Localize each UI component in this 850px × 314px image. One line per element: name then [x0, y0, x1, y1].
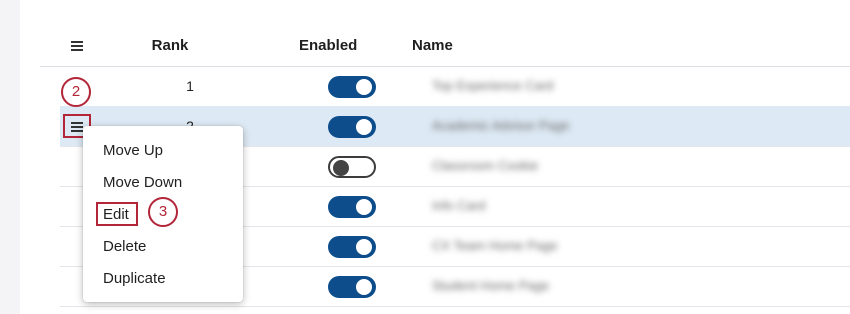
- enabled-toggle[interactable]: [328, 276, 376, 298]
- name-column-header[interactable]: Name: [412, 37, 453, 54]
- enabled-column-header[interactable]: Enabled: [299, 37, 357, 54]
- table-row[interactable]: 1 Top Experience Card: [60, 66, 850, 107]
- menu-item-move-down[interactable]: Move Down: [103, 174, 182, 191]
- enabled-toggle[interactable]: [328, 196, 376, 218]
- name-cell-blurred: Academic Advisor Page: [432, 118, 570, 133]
- menu-item-delete[interactable]: Delete: [103, 238, 146, 255]
- callout-step-2: 2: [61, 77, 91, 107]
- toggle-knob: [356, 239, 372, 255]
- toggle-knob: [356, 279, 372, 295]
- callout-step-3: 3: [148, 197, 178, 227]
- name-cell-blurred: Student Home Page: [432, 278, 550, 293]
- enabled-toggle[interactable]: [328, 156, 376, 178]
- toggle-knob: [356, 199, 372, 215]
- toggle-knob: [356, 119, 372, 135]
- name-cell-blurred: CX Team Home Page: [432, 238, 558, 253]
- rank-cell: 1: [186, 78, 194, 94]
- toggle-knob: [333, 160, 349, 176]
- enabled-toggle[interactable]: [328, 116, 376, 138]
- enabled-toggle[interactable]: [328, 76, 376, 98]
- name-cell-blurred: Info Card: [432, 198, 486, 213]
- name-cell-blurred: Top Experience Card: [432, 78, 554, 93]
- enabled-toggle[interactable]: [328, 236, 376, 258]
- column-menu-icon[interactable]: [71, 41, 85, 51]
- toggle-knob: [356, 79, 372, 95]
- menu-item-move-up[interactable]: Move Up: [103, 142, 163, 159]
- table-header: Rank Enabled Name: [40, 28, 850, 67]
- rank-column-header[interactable]: Rank: [150, 37, 190, 54]
- edit-highlight-box: [96, 202, 138, 226]
- menu-item-duplicate[interactable]: Duplicate: [103, 270, 166, 287]
- name-cell-blurred: Classroom Cookie: [432, 158, 539, 173]
